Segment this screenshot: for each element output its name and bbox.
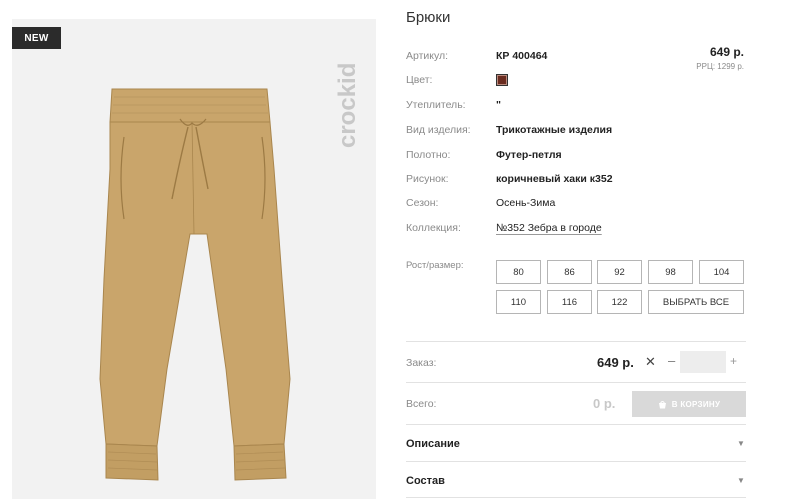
chevron-down-icon: ▼ bbox=[737, 476, 745, 485]
size-option-122[interactable]: 122 bbox=[597, 290, 642, 314]
attr-value-article: КР 400464 bbox=[496, 50, 548, 62]
attr-label-season: Сезон: bbox=[406, 197, 439, 209]
size-option-98[interactable]: 98 bbox=[648, 260, 693, 284]
attr-label-fabric: Полотно: bbox=[406, 149, 451, 161]
quantity-input[interactable] bbox=[680, 351, 726, 373]
product-gallery[interactable]: NEW crockid bbox=[12, 19, 376, 499]
chevron-down-icon: ▼ bbox=[737, 439, 745, 448]
product-image-pants[interactable] bbox=[12, 19, 376, 499]
size-option-104[interactable]: 104 bbox=[699, 260, 744, 284]
total-label: Всего: bbox=[406, 398, 437, 410]
size-option-80[interactable]: 80 bbox=[496, 260, 541, 284]
attr-label-product-type: Вид изделия: bbox=[406, 124, 471, 136]
multiply-icon: ✕ bbox=[645, 354, 656, 369]
collection-link[interactable]: №352 Зебра в городе bbox=[496, 222, 602, 234]
attr-value-insulation: " bbox=[496, 99, 501, 111]
divider bbox=[406, 497, 746, 498]
size-option-116[interactable]: 116 bbox=[547, 290, 592, 314]
product-price: 649 р. bbox=[709, 45, 744, 59]
order-unit-price: 649 р. bbox=[597, 355, 634, 370]
attr-label-article: Артикул: bbox=[406, 50, 449, 62]
quantity-decrement-button[interactable]: – bbox=[668, 353, 675, 368]
size-option-86[interactable]: 86 bbox=[547, 260, 592, 284]
size-label: Рост/размер: bbox=[406, 260, 464, 271]
accordion-composition-label: Состав bbox=[406, 475, 445, 487]
attr-value-product-type: Трикотажные изделия bbox=[496, 124, 613, 136]
attr-label-pattern: Рисунок: bbox=[406, 173, 449, 185]
attr-label-collection: Коллекция: bbox=[406, 222, 461, 234]
add-to-cart-label: В КОРЗИНУ bbox=[671, 399, 721, 409]
divider bbox=[406, 382, 746, 383]
divider bbox=[406, 341, 746, 342]
size-option-92[interactable]: 92 bbox=[597, 260, 642, 284]
basket-icon bbox=[658, 400, 666, 408]
page-title: Брюки bbox=[406, 9, 451, 26]
attr-value-fabric: Футер-петля bbox=[496, 149, 562, 161]
attr-label-insulation: Утеплитель: bbox=[406, 99, 466, 111]
attr-value-season: Осень-Зима bbox=[496, 197, 556, 209]
divider bbox=[406, 461, 746, 462]
quantity-increment-button[interactable]: + bbox=[730, 354, 737, 368]
total-value: 0 р. bbox=[593, 396, 616, 411]
color-swatch[interactable] bbox=[496, 74, 508, 86]
add-to-cart-button[interactable]: В КОРЗИНУ bbox=[632, 391, 746, 417]
divider bbox=[406, 424, 746, 425]
order-label: Заказ: bbox=[406, 357, 437, 369]
select-all-sizes-button[interactable]: ВЫБРАТЬ ВСЕ bbox=[648, 290, 744, 314]
size-option-110[interactable]: 110 bbox=[496, 290, 541, 314]
attr-label-color: Цвет: bbox=[406, 74, 433, 86]
accordion-description-label: Описание bbox=[406, 438, 460, 450]
attr-value-pattern: коричневый хаки к352 bbox=[496, 173, 613, 185]
product-rrp: РРЦ: 1299 р. bbox=[696, 62, 744, 71]
